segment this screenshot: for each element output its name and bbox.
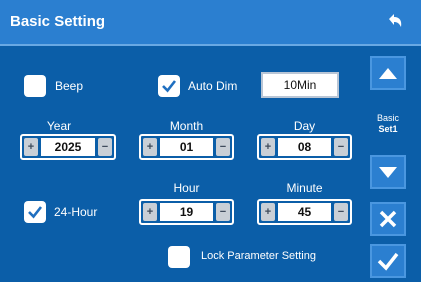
page-title: Basic Setting <box>10 13 106 30</box>
lock-parameter-label: Lock Parameter Setting <box>201 250 316 262</box>
24-hour-label: 24-Hour <box>54 205 98 219</box>
page-down-button[interactable] <box>370 155 406 189</box>
settings-panel: Beep Auto Dim 10Min Year Month Day + 202… <box>0 46 360 282</box>
minute-value[interactable]: 45 <box>278 203 331 221</box>
day-increment-button[interactable]: − <box>334 138 348 156</box>
month-decrement-button[interactable]: + <box>143 138 157 156</box>
year-decrement-button[interactable]: + <box>24 138 38 156</box>
title-bar: Basic Setting <box>0 0 421 46</box>
side-controls: Basic Set1 <box>362 56 421 282</box>
confirm-button[interactable] <box>370 244 406 278</box>
year-increment-button[interactable]: − <box>98 138 112 156</box>
24-hour-checkbox[interactable] <box>24 201 46 223</box>
year-value[interactable]: 2025 <box>41 138 95 156</box>
month-stepper: + 01 − <box>139 134 234 160</box>
beep-checkbox[interactable] <box>24 75 46 97</box>
hour-label: Hour <box>173 181 200 195</box>
minute-stepper: + 45 − <box>257 199 352 225</box>
back-button[interactable] <box>379 7 409 37</box>
checkmark-icon <box>28 206 43 219</box>
page-indicator-line1: Basic <box>376 113 399 123</box>
day-stepper: + 08 − <box>257 134 352 160</box>
hour-increment-button[interactable]: − <box>216 203 230 221</box>
minute-decrement-button[interactable]: + <box>261 203 275 221</box>
year-label: Year <box>46 119 72 133</box>
minute-increment-button[interactable]: − <box>334 203 348 221</box>
hour-value[interactable]: 19 <box>160 203 213 221</box>
auto-dim-field[interactable]: 10Min <box>261 72 339 98</box>
month-value[interactable]: 01 <box>160 138 213 156</box>
x-icon <box>379 210 397 228</box>
minute-label: Minute <box>286 181 323 195</box>
back-arrow-icon <box>389 14 402 27</box>
year-stepper: + 2025 − <box>20 134 116 160</box>
day-label: Day <box>293 119 316 133</box>
auto-dim-label: Auto Dim <box>188 79 238 93</box>
auto-dim-checkbox[interactable] <box>158 75 180 97</box>
cancel-button[interactable] <box>370 202 406 236</box>
triangle-down-icon <box>379 167 397 178</box>
lock-parameter-checkbox[interactable] <box>168 246 190 268</box>
hour-stepper: + 19 − <box>139 199 234 225</box>
day-value[interactable]: 08 <box>278 138 331 156</box>
month-increment-button[interactable]: − <box>216 138 230 156</box>
beep-label: Beep <box>55 79 84 93</box>
hour-decrement-button[interactable]: + <box>143 203 157 221</box>
triangle-up-icon <box>379 68 397 79</box>
page-up-button[interactable] <box>370 56 406 90</box>
day-decrement-button[interactable]: + <box>261 138 275 156</box>
month-label: Month <box>169 119 204 133</box>
checkmark-icon <box>162 80 177 93</box>
checkmark-icon <box>377 252 399 271</box>
page-indicator-line2: Set1 <box>378 124 398 134</box>
